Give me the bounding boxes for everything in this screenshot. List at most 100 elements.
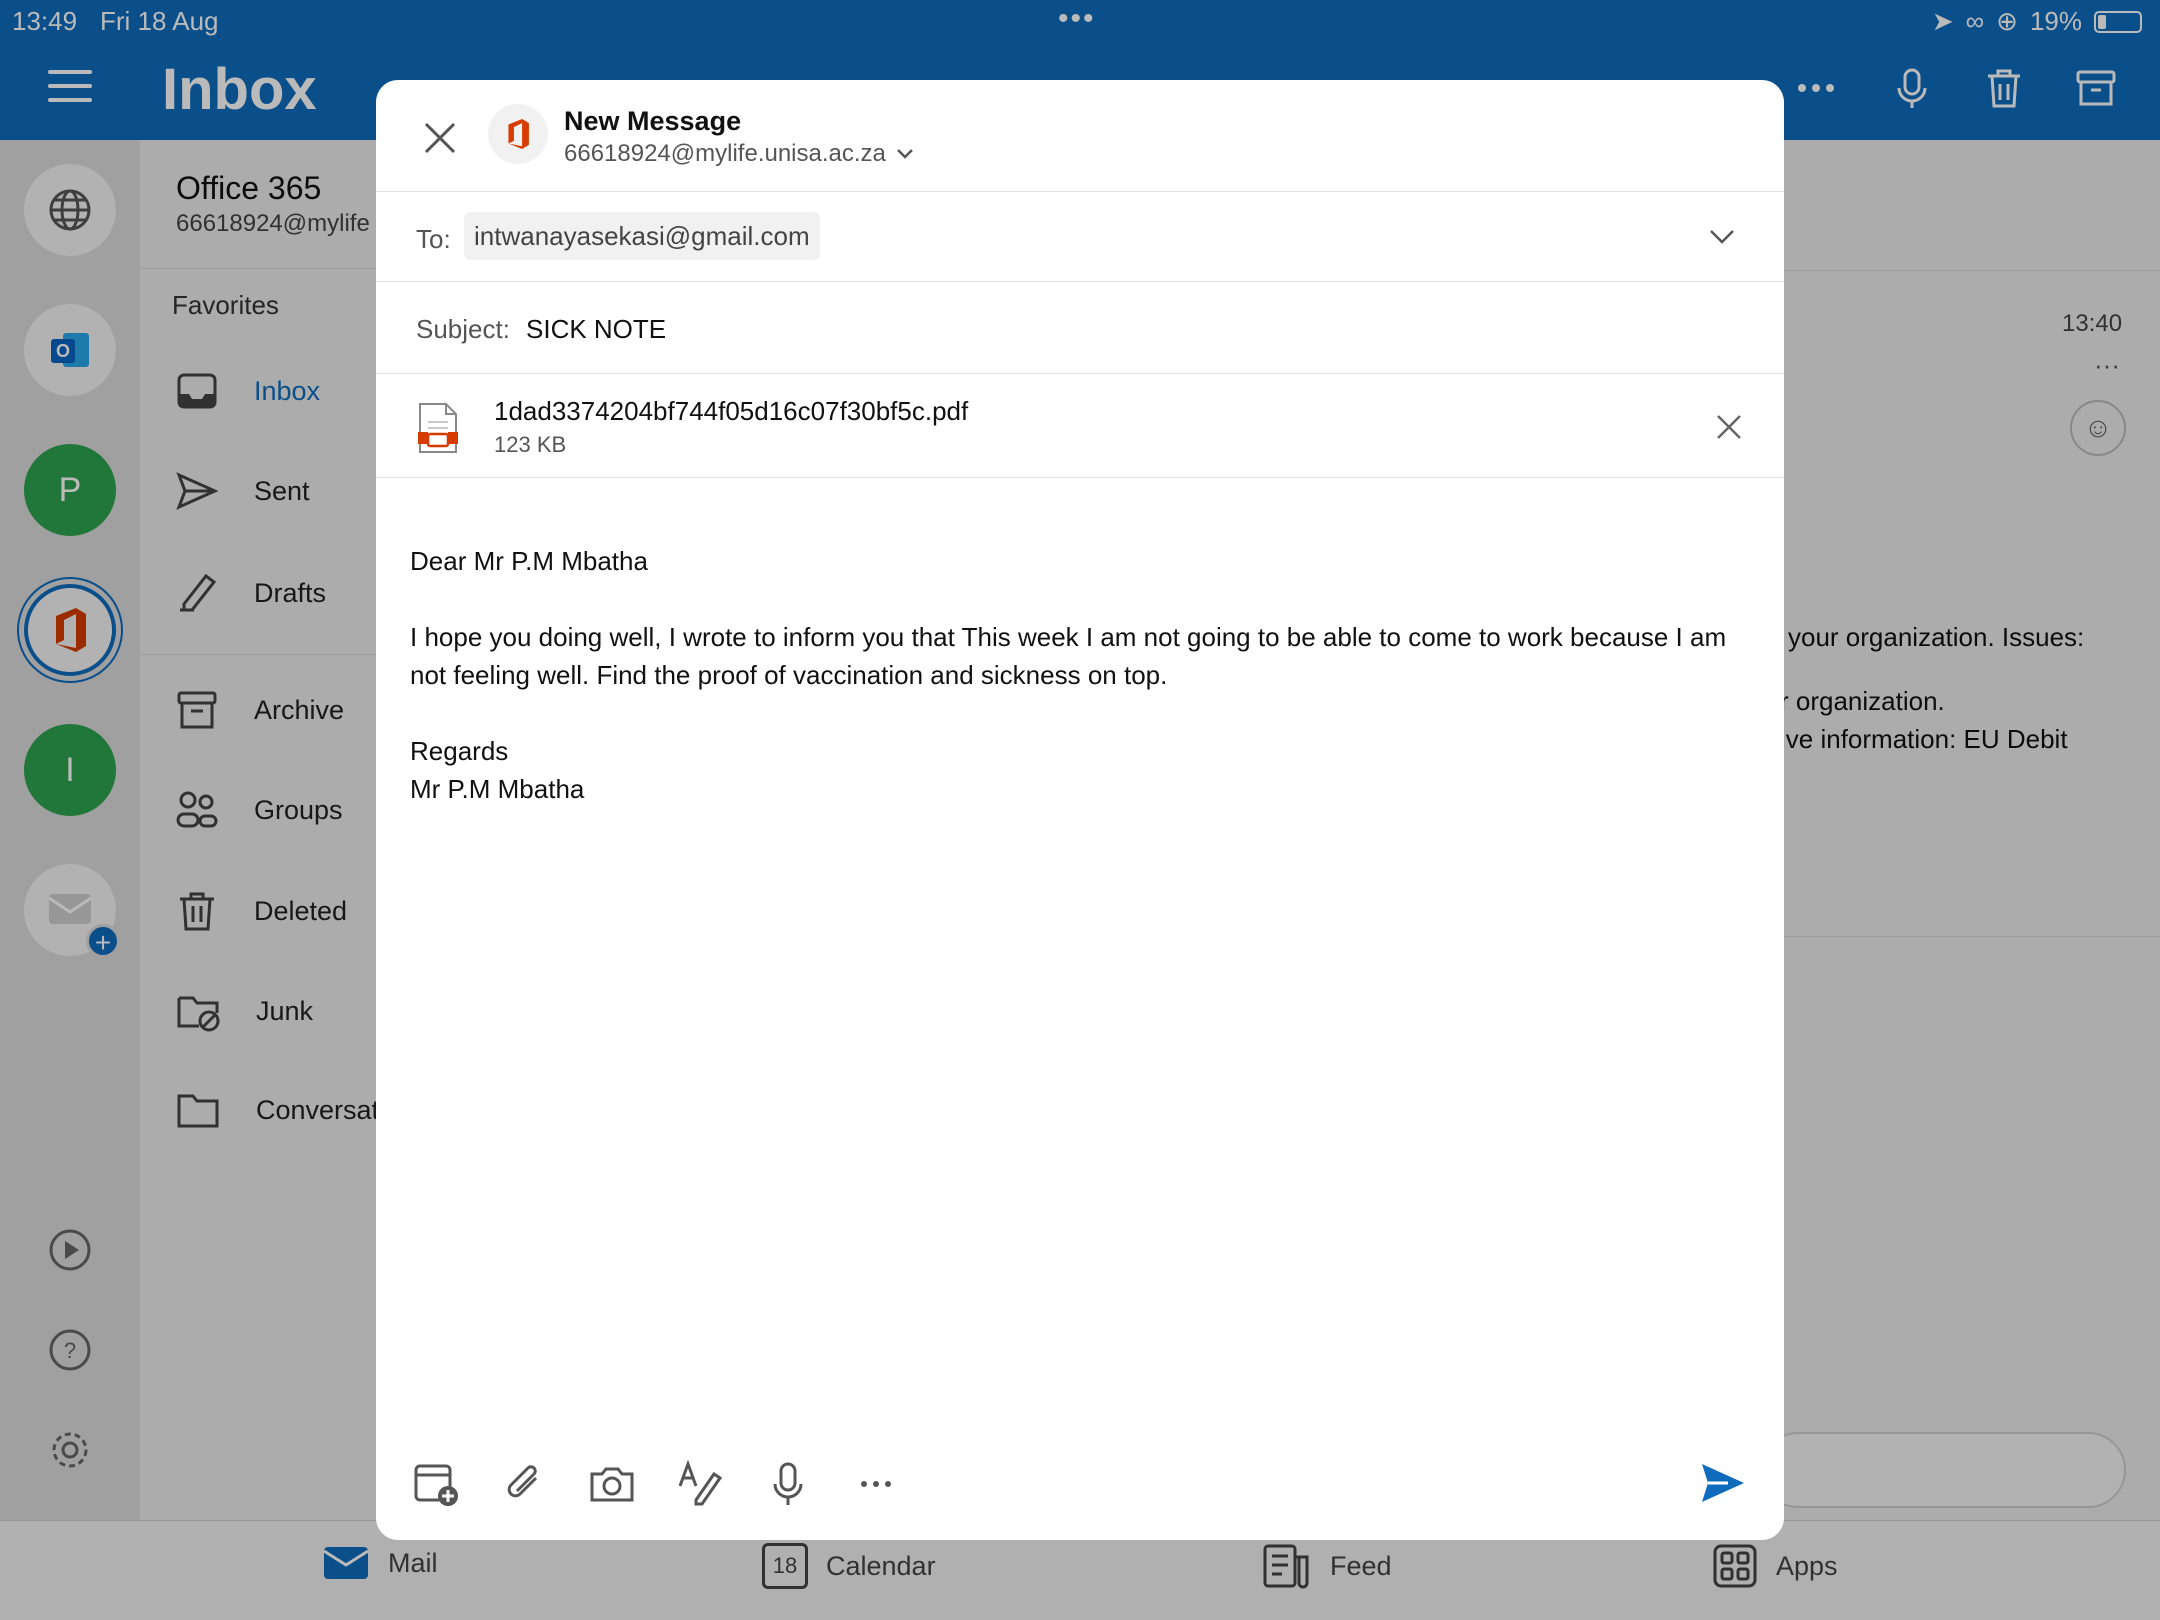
tab-mail[interactable]: Mail: [322, 1543, 438, 1583]
subject-input[interactable]: SICK NOTE: [526, 314, 666, 345]
tab-feed[interactable]: Feed: [1262, 1543, 1392, 1589]
format-text-icon[interactable]: [676, 1460, 724, 1508]
account-rail: O P I + ?: [0, 140, 140, 1520]
status-date: Fri 18 Aug: [100, 6, 219, 36]
folder-label: Conversat: [256, 1094, 380, 1125]
chevron-down-icon[interactable]: [1708, 222, 1736, 250]
tab-label: Calendar: [826, 1550, 936, 1581]
page-title: Inbox: [162, 57, 317, 122]
office-365-account-icon[interactable]: [24, 584, 116, 676]
add-account-icon[interactable]: +: [24, 864, 120, 958]
orientation-lock-icon: ⊕: [1996, 6, 2018, 36]
avatar-i[interactable]: I: [24, 724, 116, 816]
folder-inbox[interactable]: Inbox: [176, 372, 320, 410]
folder-label: Groups: [254, 794, 343, 825]
account-name: Office 365: [176, 170, 322, 206]
remove-attachment-icon[interactable]: [1714, 412, 1744, 442]
battery-icon: [2094, 10, 2142, 33]
status-bar: 13:49 Fri 18 Aug ••• ➤ ∞ ⊕ 19%: [0, 0, 2160, 40]
compose-toolbar: [376, 1452, 1784, 1540]
emoji-reaction-icon[interactable]: ☺: [2070, 400, 2126, 456]
quick-reply-input[interactable]: [1760, 1432, 2126, 1508]
send-icon: [176, 472, 218, 510]
svg-text:?: ?: [64, 1338, 76, 1363]
send-icon[interactable]: [1698, 1458, 1748, 1508]
tab-apps[interactable]: Apps: [1712, 1543, 1838, 1589]
attachment-name: 1dad3374204bf744f05d16c07f30bf5c.pdf: [494, 396, 969, 426]
close-icon[interactable]: [420, 118, 460, 158]
folder-deleted[interactable]: Deleted: [176, 890, 347, 932]
tab-calendar[interactable]: 18 Calendar: [762, 1543, 936, 1589]
compose-title: New Message: [564, 106, 742, 136]
settings-icon[interactable]: [48, 1428, 92, 1472]
folder-label: Junk: [256, 995, 314, 1026]
tab-label: Feed: [1330, 1550, 1392, 1581]
to-label: To:: [416, 224, 451, 254]
inbox-icon: [177, 373, 217, 409]
body-signature: Mr P.M Mbatha: [410, 774, 585, 804]
trash-icon[interactable]: [1980, 64, 2028, 112]
favorites-label: Favorites: [172, 290, 279, 320]
archive-icon[interactable]: [2072, 64, 2120, 112]
help-icon[interactable]: ?: [48, 1328, 92, 1372]
folder-label: Deleted: [254, 895, 348, 926]
to-row[interactable]: To: intwanayasekasi@gmail.com: [376, 192, 1784, 282]
folder-label: Inbox: [254, 375, 321, 406]
message-body[interactable]: Dear Mr P.M Mbatha I hope you doing well…: [410, 542, 1750, 808]
folder-conversation-history[interactable]: Conversat: [176, 1090, 379, 1130]
folder-label: Drafts: [254, 577, 327, 608]
folder-pane: Office 365 66618924@mylife Favorites Inb…: [140, 140, 380, 1520]
link-icon: ∞: [1965, 6, 1985, 36]
play-icon[interactable]: [48, 1228, 92, 1272]
more-options-icon[interactable]: [852, 1460, 900, 1508]
outlook-icon[interactable]: O: [24, 304, 116, 396]
message-more-icon[interactable]: ···: [2094, 350, 2120, 381]
camera-icon[interactable]: [588, 1460, 636, 1508]
message-text-line: your organization. Issues:: [1788, 622, 2085, 652]
folder-sent[interactable]: Sent: [176, 472, 310, 510]
folder-junk[interactable]: Junk: [176, 990, 313, 1032]
status-right: ➤ ∞ ⊕ 19%: [1932, 6, 2142, 37]
pdf-file-icon: [418, 403, 458, 453]
recipient-chip[interactable]: intwanayasekasi@gmail.com: [464, 212, 820, 260]
message-text-line: ive information: EU Debit: [1780, 724, 2068, 754]
attachment-size: 123 KB: [494, 432, 567, 457]
feed-icon: [1263, 1544, 1309, 1589]
plus-icon: +: [86, 924, 120, 958]
svg-text:O: O: [56, 341, 70, 361]
globe-icon[interactable]: [24, 164, 116, 256]
folder-drafts[interactable]: Drafts: [176, 572, 326, 614]
compose-dialog: New Message 66618924@mylife.unisa.ac.za …: [376, 80, 1784, 1540]
body-closing: Regards: [410, 736, 509, 766]
message-text-line: r organization.: [1780, 686, 1945, 716]
groups-icon: [176, 791, 218, 828]
from-account-selector[interactable]: 66618924@mylife.unisa.ac.za: [564, 140, 914, 168]
pencil-icon: [180, 573, 217, 612]
dictation-icon[interactable]: [764, 1460, 812, 1508]
avatar-p[interactable]: P: [24, 444, 116, 536]
folder-label: Sent: [254, 475, 310, 506]
microphone-icon[interactable]: [1888, 64, 1936, 112]
location-icon: ➤: [1931, 6, 1954, 36]
folder-groups[interactable]: Groups: [176, 790, 343, 830]
body-paragraph: I hope you doing well, I wrote to inform…: [410, 622, 1727, 690]
attach-icon[interactable]: [500, 1460, 548, 1508]
tab-label: Apps: [1776, 1550, 1838, 1581]
attachment-row[interactable]: 1dad3374204bf744f05d16c07f30bf5c.pdf 123…: [376, 374, 1784, 478]
subject-label: Subject:: [416, 314, 510, 344]
account-email: 66618924@mylife: [176, 210, 370, 237]
calendar-icon: 18: [762, 1543, 808, 1589]
mail-icon: [323, 1547, 369, 1579]
schedule-meeting-icon[interactable]: [412, 1460, 460, 1508]
tab-label: Mail: [388, 1547, 438, 1578]
subject-row[interactable]: Subject: SICK NOTE: [376, 282, 1784, 374]
chevron-down-icon: [897, 149, 913, 159]
menu-icon[interactable]: [48, 70, 92, 112]
status-time: 13:49: [12, 6, 78, 36]
reading-pane: 13:40 ··· ☺ your organization. Issues: r…: [1760, 140, 2160, 1520]
folder-archive[interactable]: Archive: [176, 690, 344, 730]
folder-label: Archive: [254, 694, 345, 725]
more-icon[interactable]: [1792, 64, 1840, 112]
office-365-icon: [488, 104, 548, 164]
multitasking-dots-icon[interactable]: •••: [1058, 2, 1096, 36]
